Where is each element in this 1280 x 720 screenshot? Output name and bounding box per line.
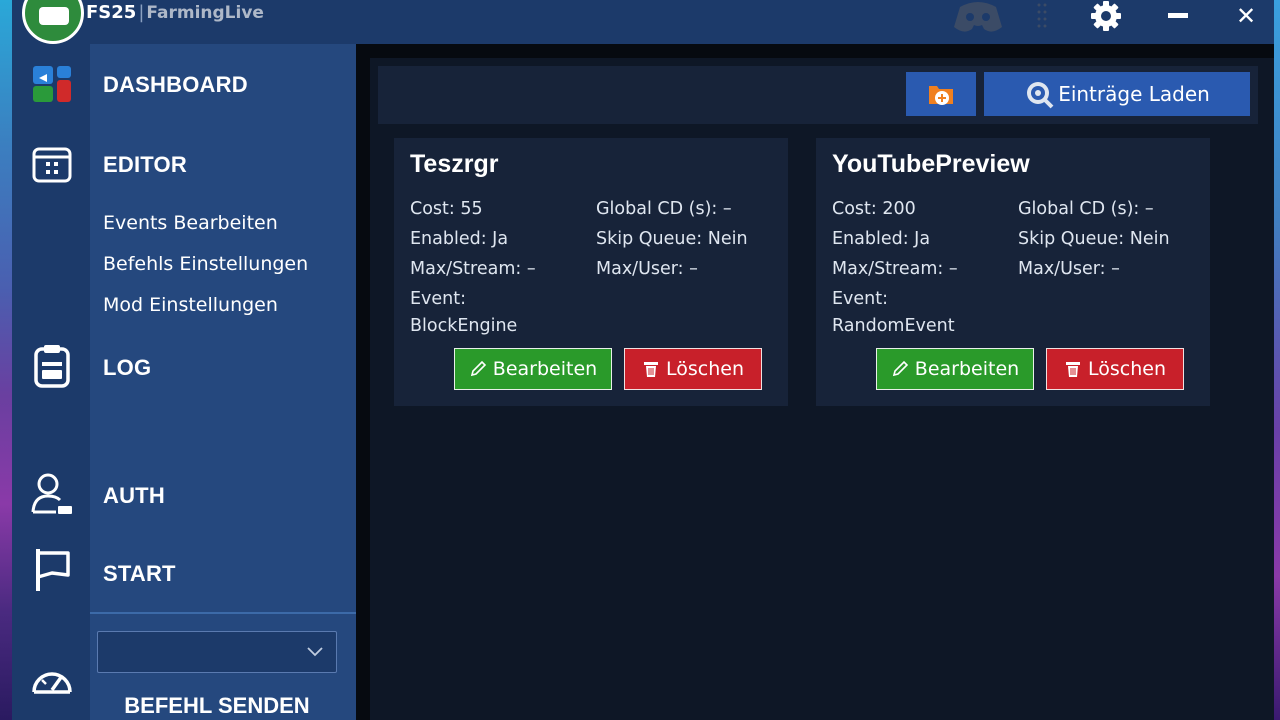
card-max-user: Max/User: – <box>1018 259 1120 279</box>
card-max-stream: Max/Stream: – <box>410 259 536 279</box>
discord-icon[interactable] <box>952 0 1004 32</box>
card-cost: Cost: 200 <box>832 199 916 219</box>
nav-item-auth[interactable]: AUTH <box>103 483 165 509</box>
gear-icon[interactable] <box>1088 0 1124 32</box>
app-logo <box>22 0 84 44</box>
delete-button[interactable]: Löschen <box>1046 348 1184 390</box>
load-entries-label: Einträge Laden <box>1058 82 1210 106</box>
nav-subitem-command-settings[interactable]: Befehls Einstellungen <box>103 253 308 275</box>
card-event-value: BlockEngine <box>410 316 518 336</box>
edit-button-label: Bearbeiten <box>914 358 1020 380</box>
clipboard-icon[interactable] <box>30 344 74 388</box>
main-area: Einträge Laden Teszrgr Cost: 55 Enabled:… <box>356 44 1274 720</box>
nav-subitem-events[interactable]: Events Bearbeiten <box>103 212 278 234</box>
card-max-stream: Max/Stream: – <box>832 259 958 279</box>
card-cost: Cost: 55 <box>410 199 483 219</box>
load-search-icon <box>1027 82 1054 109</box>
nav-item-log[interactable]: LOG <box>103 355 151 381</box>
folder-add-icon <box>929 86 953 105</box>
trash-icon <box>1066 362 1080 377</box>
edit-button-label: Bearbeiten <box>492 358 598 380</box>
nav-divider <box>90 612 356 614</box>
card-title: Teszrgr <box>410 150 499 178</box>
card-enabled: Enabled: Ja <box>410 229 509 249</box>
flag-icon[interactable] <box>30 548 74 592</box>
calendar-icon[interactable] <box>30 142 74 186</box>
speedometer-icon[interactable] <box>30 658 74 702</box>
trash-icon <box>644 362 658 377</box>
brand-name: FS25 <box>86 2 137 23</box>
nav-subitem-mod-settings[interactable]: Mod Einstellungen <box>103 294 278 316</box>
command-card: YouTubePreview Cost: 200 Enabled: Ja Max… <box>816 138 1210 406</box>
nav-item-editor[interactable]: EDITOR <box>103 152 187 178</box>
title-bar[interactable]: FS25 | FarmingLive ✕ <box>12 0 1274 44</box>
delete-button-label: Löschen <box>666 358 744 380</box>
dashboard-icon[interactable] <box>30 62 74 106</box>
nav-item-start[interactable]: START <box>103 561 176 587</box>
send-command-button[interactable]: BEFEHL SENDEN <box>97 689 337 720</box>
card-title: YouTubePreview <box>832 150 1030 178</box>
card-skip-queue: Skip Queue: Nein <box>1018 229 1170 249</box>
card-global-cd: Global CD (s): – <box>1018 199 1154 219</box>
app-title: FS25 | FarmingLive <box>86 0 264 26</box>
navigation-menu: DASHBOARD EDITOR Events Bearbeiten Befeh… <box>90 44 356 720</box>
card-skip-queue: Skip Queue: Nein <box>596 229 748 249</box>
edit-button[interactable]: Bearbeiten <box>454 348 612 390</box>
brand-separator: | <box>138 2 145 23</box>
chevron-down-icon <box>306 642 324 660</box>
pencil-icon <box>470 360 486 377</box>
load-entries-button[interactable]: Einträge Laden <box>984 72 1250 116</box>
icon-rail <box>12 44 90 720</box>
card-event-label: Event: <box>832 289 889 309</box>
nav-item-dashboard[interactable]: DASHBOARD <box>103 72 248 98</box>
edit-button[interactable]: Bearbeiten <box>876 348 1034 390</box>
content-panel: Einträge Laden Teszrgr Cost: 55 Enabled:… <box>370 58 1274 720</box>
card-max-user: Max/User: – <box>596 259 698 279</box>
delete-button-label: Löschen <box>1088 358 1166 380</box>
card-global-cd: Global CD (s): – <box>596 199 732 219</box>
card-event-label: Event: <box>410 289 467 309</box>
pencil-icon <box>892 360 908 377</box>
user-icon[interactable] <box>30 472 74 516</box>
desktop-background-right <box>1274 0 1280 720</box>
close-icon[interactable]: ✕ <box>1228 0 1264 32</box>
delete-button[interactable]: Löschen <box>624 348 762 390</box>
card-event-value: RandomEvent <box>832 316 955 336</box>
add-entry-button[interactable] <box>906 72 976 116</box>
minimize-icon[interactable] <box>1160 0 1196 32</box>
grip-icon[interactable] <box>1030 0 1054 32</box>
toolbar: Einträge Laden <box>378 66 1258 124</box>
desktop-background-left <box>0 0 12 720</box>
tractor-icon <box>39 7 69 25</box>
card-enabled: Enabled: Ja <box>832 229 931 249</box>
command-select[interactable] <box>97 631 337 673</box>
brand-subtitle: FarmingLive <box>146 3 264 23</box>
command-card: Teszrgr Cost: 55 Enabled: Ja Max/Stream:… <box>394 138 788 406</box>
